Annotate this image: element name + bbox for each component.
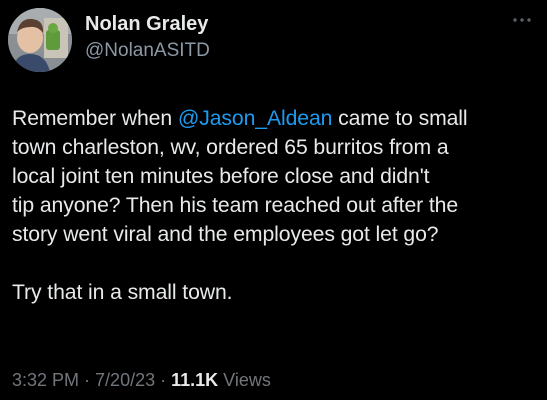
meta-separator: · xyxy=(79,370,96,390)
tweet-line: town charleston, wv, ordered 65 burritos… xyxy=(12,136,449,159)
tweet-date[interactable]: 7/20/23 xyxy=(95,370,155,390)
tweet-time[interactable]: 3:32 PM xyxy=(12,370,79,390)
tweet-meta: 3:32 PM · 7/20/23 · 11.1K Views xyxy=(12,368,271,392)
meta-separator: · xyxy=(155,370,172,390)
tweet-line: tip anyone? Then his team reached out af… xyxy=(12,194,459,217)
tweet-text: Remember when @Jason_Aldean came to smal… xyxy=(12,104,540,307)
avatar[interactable] xyxy=(8,8,72,72)
tweet-line: Remember when @Jason_Aldean came to smal… xyxy=(12,104,540,133)
more-options-button[interactable] xyxy=(511,12,533,28)
tweet-line: story went viral and the employees got l… xyxy=(12,223,439,246)
tweet-card: Nolan Graley @NolanASITD Remember when @… xyxy=(0,0,547,400)
tweet-line: Try that in a small town. xyxy=(12,281,233,304)
more-dots-icon xyxy=(513,18,531,22)
views-label: Views xyxy=(218,370,271,390)
mention-link[interactable]: @Jason_Aldean xyxy=(178,107,333,130)
author-names: Nolan Graley @NolanASITD xyxy=(85,12,210,64)
author-display-name[interactable]: Nolan Graley xyxy=(85,12,210,36)
avatar-image xyxy=(8,8,72,72)
tweet-text-segment: came to small xyxy=(332,107,468,130)
tweet-line: local joint ten minutes before close and… xyxy=(12,165,430,188)
author-handle[interactable]: @NolanASITD xyxy=(85,38,210,64)
views-count[interactable]: 11.1K xyxy=(171,370,218,390)
tweet-text-segment: Remember when xyxy=(12,107,178,130)
